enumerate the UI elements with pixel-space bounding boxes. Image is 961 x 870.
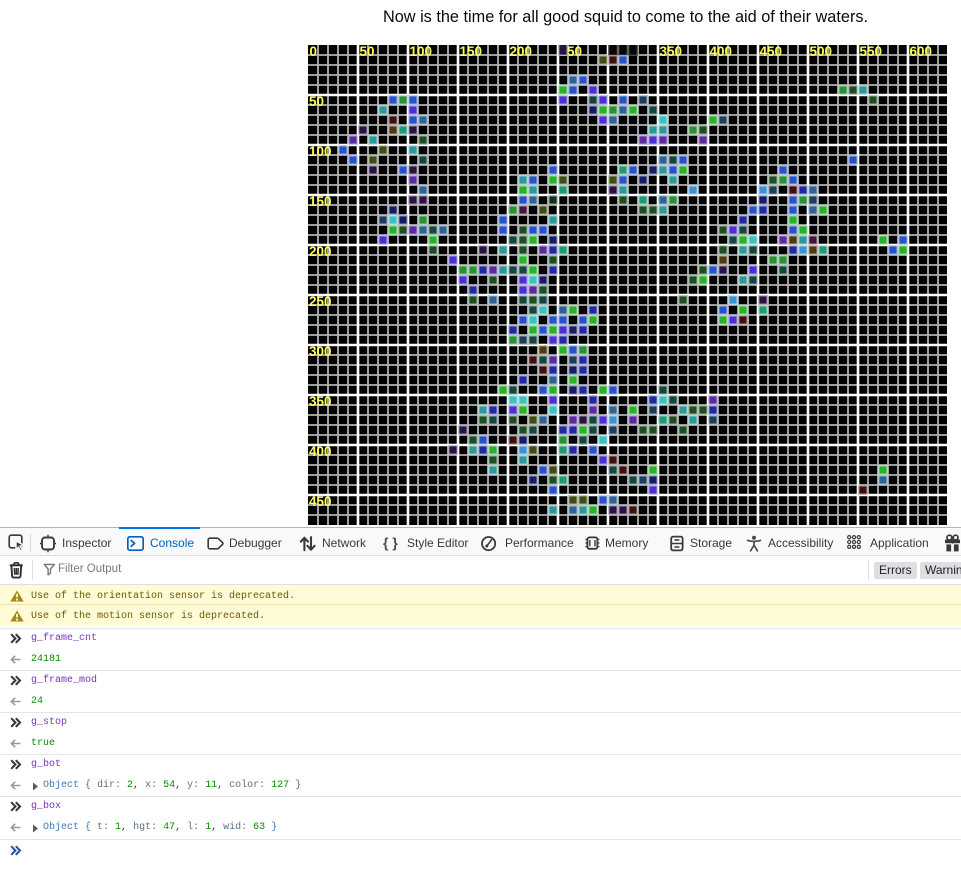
svg-text:400: 400: [309, 444, 332, 459]
svg-text:{ }: { }: [383, 535, 398, 551]
svg-text:350: 350: [309, 394, 332, 409]
svg-text:50: 50: [309, 94, 324, 109]
svg-text:450: 450: [760, 45, 783, 59]
svg-text:50: 50: [360, 45, 375, 59]
svg-text:450: 450: [309, 494, 332, 509]
svg-text:250: 250: [309, 294, 332, 309]
svg-text:500: 500: [810, 45, 833, 59]
svg-text:200: 200: [309, 244, 332, 259]
svg-text:400: 400: [710, 45, 733, 59]
svg-text:100: 100: [410, 45, 433, 59]
svg-text:350: 350: [660, 45, 683, 59]
svg-text:300: 300: [309, 344, 332, 359]
svg-text:0: 0: [310, 45, 318, 59]
svg-text:550: 550: [860, 45, 883, 59]
svg-text:150: 150: [460, 45, 483, 59]
svg-text:200: 200: [510, 45, 533, 59]
svg-text:100: 100: [309, 144, 332, 159]
svg-text:150: 150: [309, 194, 332, 209]
svg-text:600: 600: [910, 45, 933, 59]
